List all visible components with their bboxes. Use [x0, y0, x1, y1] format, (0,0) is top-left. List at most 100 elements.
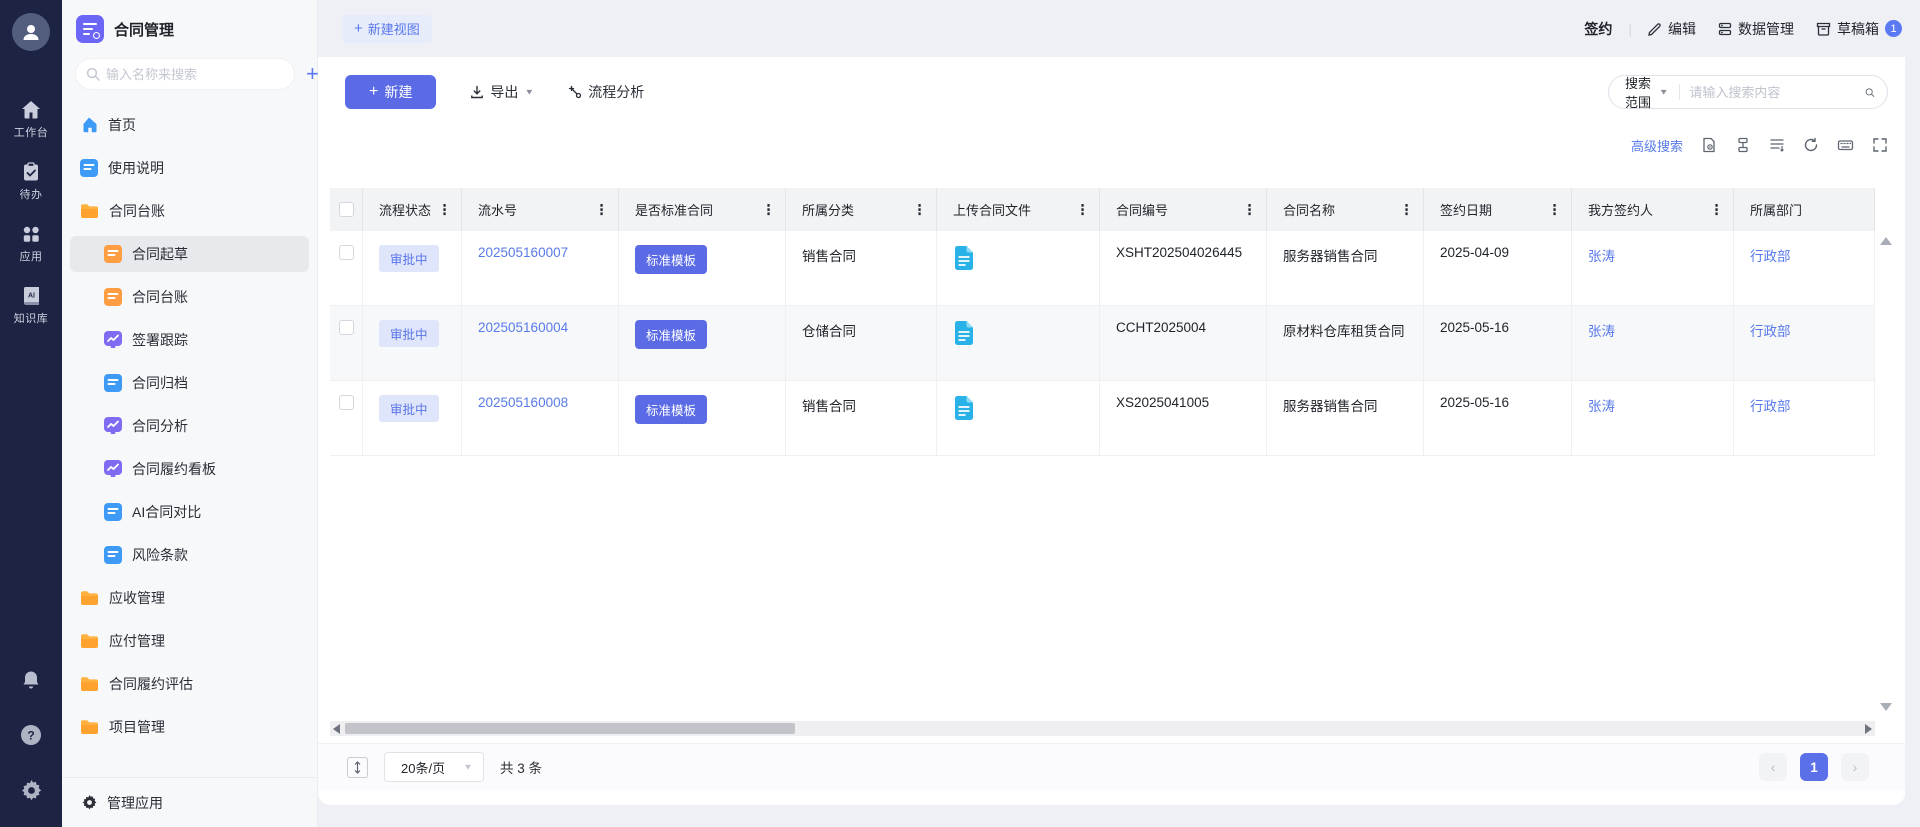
cell-serial: 202505160004: [462, 306, 619, 380]
column-header-contract_no: 合同编号⋮: [1100, 188, 1267, 231]
sidebar-item-合同分析[interactable]: 合同分析: [70, 408, 309, 444]
scroll-up-arrow[interactable]: [1880, 237, 1892, 245]
group-view-icon[interactable]: [1735, 137, 1751, 153]
database-icon: [1718, 22, 1732, 36]
settings-button[interactable]: [0, 780, 62, 806]
pencil-icon: [1648, 22, 1662, 36]
sidebar-item-风险条款[interactable]: 风险条款: [70, 537, 309, 573]
column-menu-button[interactable]: ⋮: [1400, 202, 1413, 216]
new-view-button[interactable]: + 新建视图: [342, 15, 432, 43]
column-menu-button[interactable]: ⋮: [1076, 202, 1089, 216]
sign-button[interactable]: 签约: [1584, 19, 1612, 39]
sidebar-item-应付管理[interactable]: 应付管理: [70, 623, 309, 659]
signer-link[interactable]: 张涛: [1588, 399, 1615, 414]
sidebar-item-label: 合同台账: [109, 201, 165, 221]
drafts-button[interactable]: 草稿箱 1: [1816, 19, 1902, 39]
rail-item-knowledge-base[interactable]: AI知识库: [0, 286, 62, 326]
column-header-template: 是否标准合同 ⋮: [619, 188, 786, 231]
chevron-down-icon: ▼: [1659, 88, 1669, 97]
contract-file-icon[interactable]: [953, 334, 975, 349]
sidebar-item-合同归档[interactable]: 合同归档: [70, 365, 309, 401]
sidebar-item-项目管理[interactable]: 项目管理: [70, 709, 309, 745]
folder-icon: [80, 719, 99, 736]
sidebar-item-签署跟踪[interactable]: 签署跟踪: [70, 322, 309, 358]
serial-link[interactable]: 202505160007: [478, 245, 568, 260]
cell-department: 行政部: [1734, 381, 1875, 455]
sidebar-item-合同履约评估[interactable]: 合同履约评估: [70, 666, 309, 702]
help-button[interactable]: ?: [0, 724, 62, 751]
prev-page-button[interactable]: ‹: [1759, 753, 1787, 781]
contract-file-icon[interactable]: [953, 409, 975, 424]
column-label: 是否标准合同: [635, 200, 713, 219]
sidebar-item-首页[interactable]: 首页: [70, 107, 309, 143]
select-all-checkbox[interactable]: [339, 202, 354, 217]
department-link[interactable]: 行政部: [1750, 399, 1791, 414]
search-icon[interactable]: [1865, 85, 1875, 100]
user-avatar[interactable]: [12, 13, 50, 51]
scroll-right-arrow[interactable]: [1865, 724, 1872, 734]
sidebar-item-应收管理[interactable]: 应收管理: [70, 580, 309, 616]
edit-button[interactable]: 编辑: [1648, 19, 1696, 39]
advanced-search-link[interactable]: 高级搜索: [1631, 136, 1683, 155]
contract-file-icon[interactable]: [953, 259, 975, 274]
current-page[interactable]: 1: [1800, 753, 1828, 781]
scroll-down-arrow[interactable]: [1880, 703, 1892, 711]
sidebar-item-合同台账[interactable]: 合同台账: [70, 279, 309, 315]
create-button[interactable]: + 新建: [345, 75, 436, 109]
row-checkbox[interactable]: [339, 320, 354, 335]
department-link[interactable]: 行政部: [1750, 249, 1791, 264]
contracts-table: 流程状态⋮流水号⋮是否标准合同⋮所属分类⋮上传合同文件⋮合同编号⋮合同名称⋮签约…: [330, 188, 1875, 456]
column-menu-button[interactable]: ⋮: [913, 202, 926, 216]
column-menu-button[interactable]: ⋮: [595, 202, 608, 216]
export-button[interactable]: 导出 ▼: [470, 82, 534, 102]
flow-analysis-button[interactable]: 流程分析: [568, 82, 644, 102]
sidebar-item-合同台账[interactable]: 合同台账: [70, 193, 309, 229]
rail-item-workbench[interactable]: 工作台: [0, 100, 62, 140]
column-header-department: 所属部门: [1734, 188, 1875, 231]
column-menu-button[interactable]: ⋮: [1243, 202, 1256, 216]
refresh-icon[interactable]: [1803, 137, 1819, 153]
person-icon: [20, 21, 42, 43]
serial-link[interactable]: 202505160004: [478, 320, 568, 335]
sidebar-item-manage-apps[interactable]: 管理应用: [62, 777, 317, 827]
row-checkbox[interactable]: [339, 245, 354, 260]
page-size-select[interactable]: 20条/页 ▼: [384, 752, 484, 782]
column-menu-button[interactable]: ⋮: [762, 202, 775, 216]
row-density-button[interactable]: [347, 757, 368, 778]
column-menu-button[interactable]: ⋮: [1548, 202, 1561, 216]
notifications-button[interactable]: [0, 670, 62, 695]
vertical-scrollbar[interactable]: [1878, 233, 1892, 715]
keyboard-icon[interactable]: [1837, 137, 1854, 153]
horizontal-scrollbar[interactable]: [330, 721, 1875, 736]
cell-department: 行政部: [1734, 306, 1875, 380]
sidebar-item-合同履约看板[interactable]: 合同履约看板: [70, 451, 309, 487]
column-menu-button[interactable]: ⋮: [438, 202, 451, 216]
download-icon: [470, 85, 484, 99]
sidebar-item-label: 应付管理: [109, 631, 165, 651]
row-checkbox[interactable]: [339, 395, 354, 410]
signer-link[interactable]: 张涛: [1588, 324, 1615, 339]
search-input[interactable]: [1689, 85, 1865, 100]
data-manage-button[interactable]: 数据管理: [1718, 19, 1794, 39]
scrollbar-thumb[interactable]: [345, 723, 795, 734]
table-row: 审批中202505160008标准模板销售合同XS2025041005服务器销售…: [330, 381, 1875, 456]
sidebar-item-使用说明[interactable]: 使用说明: [70, 150, 309, 186]
column-menu-button[interactable]: ⋮: [1710, 202, 1723, 216]
sidebar-item-合同起草[interactable]: 合同起草: [70, 236, 309, 272]
scroll-left-arrow[interactable]: [333, 724, 340, 734]
next-page-button[interactable]: ›: [1841, 753, 1869, 781]
row-height-icon[interactable]: [1769, 137, 1785, 153]
rail-item-apps[interactable]: 应用: [0, 224, 62, 264]
template-badge: 标准模板: [635, 395, 707, 424]
cell-template: 标准模板: [619, 306, 786, 380]
sidebar-item-label: AI合同对比: [132, 502, 201, 522]
sidebar-search-input[interactable]: [76, 59, 294, 89]
fullscreen-icon[interactable]: [1872, 137, 1888, 153]
rail-item-todo[interactable]: 待办: [0, 162, 62, 202]
search-scope-dropdown[interactable]: 搜索范围 ▼: [1625, 73, 1669, 111]
serial-link[interactable]: 202505160008: [478, 395, 568, 410]
department-link[interactable]: 行政部: [1750, 324, 1791, 339]
doc-preview-icon[interactable]: [1701, 137, 1717, 153]
signer-link[interactable]: 张涛: [1588, 249, 1615, 264]
sidebar-item-AI合同对比[interactable]: AI合同对比: [70, 494, 309, 530]
